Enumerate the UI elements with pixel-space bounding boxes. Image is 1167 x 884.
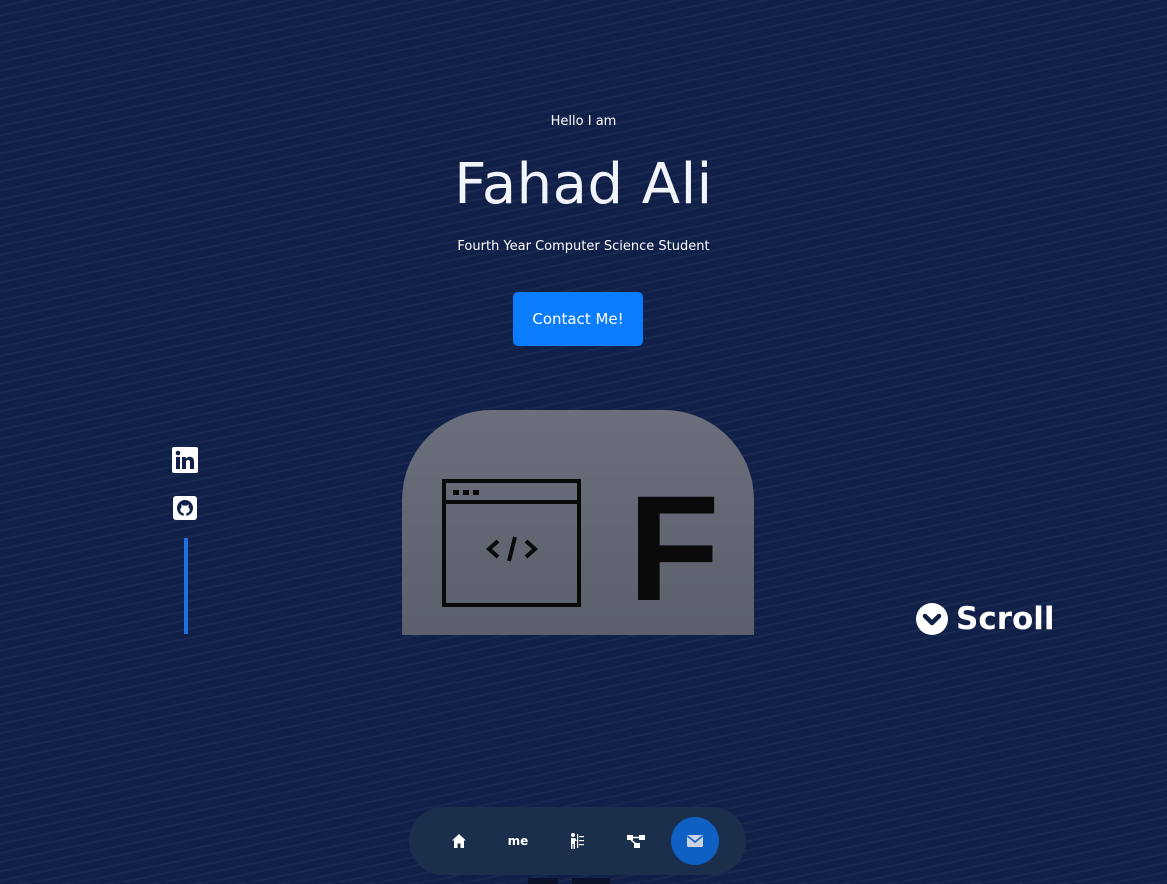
nav-me-label: me: [507, 834, 529, 848]
nav-about-me[interactable]: me: [494, 817, 542, 865]
presentation-icon: [571, 833, 584, 849]
greeting-text: Hello I am: [550, 114, 617, 129]
offscreen-heading-fragment: [528, 878, 610, 884]
chevron-down-circle-icon: [916, 603, 948, 635]
logo-letter: F: [628, 464, 720, 632]
scroll-label: Scroll: [956, 601, 1055, 637]
nav-projects[interactable]: [612, 817, 660, 865]
browser-code-icon: F: [442, 464, 720, 632]
bottom-nav: me: [409, 807, 746, 875]
linkedin-icon[interactable]: [172, 447, 198, 473]
hierarchy-icon: [627, 835, 645, 848]
social-links: [172, 447, 200, 543]
nav-home[interactable]: [435, 817, 483, 865]
hero-subtitle: Fourth Year Computer Science Student: [457, 239, 710, 254]
github-link[interactable]: [172, 495, 200, 521]
home-icon: [452, 834, 466, 848]
contact-me-button[interactable]: Contact Me!: [513, 292, 643, 346]
social-divider-line: [184, 538, 188, 634]
scroll-indicator[interactable]: Scroll: [916, 599, 1055, 639]
github-icon[interactable]: [172, 495, 198, 521]
nav-contact[interactable]: [671, 817, 719, 865]
nav-experience[interactable]: [553, 817, 601, 865]
linkedin-link[interactable]: [172, 447, 200, 473]
logo-card: F: [402, 410, 754, 635]
mail-icon: [687, 835, 703, 847]
hero-name: Fahad Ali: [454, 152, 713, 217]
